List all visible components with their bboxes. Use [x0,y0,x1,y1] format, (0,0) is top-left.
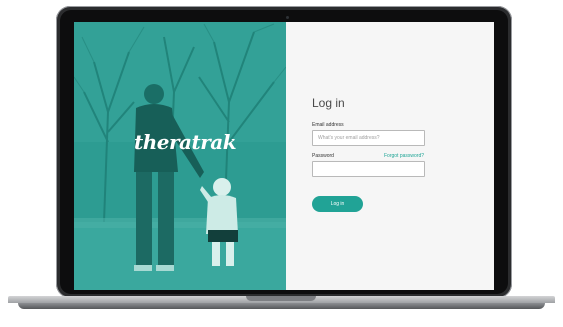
base-notch [246,296,316,301]
camera-icon [286,16,289,19]
page-title: Log in [312,96,345,110]
login-panel: Log in Email address Password Forgot pas… [286,22,494,290]
email-field[interactable] [312,130,425,146]
forgot-password-link[interactable]: Forgot password? [384,153,424,159]
hero-illustration [74,22,286,290]
email-label: Email address [312,122,344,128]
password-label: Password [312,153,334,159]
password-field[interactable] [312,161,425,177]
theratrak-logo: theratrak [134,130,237,154]
login-button[interactable]: Log in [312,196,363,212]
base-bottom [18,303,545,309]
hero-photo: theratrak [74,22,286,290]
app-screen: theratrak Log in Email address Password … [74,22,494,290]
laptop-base [8,296,555,312]
